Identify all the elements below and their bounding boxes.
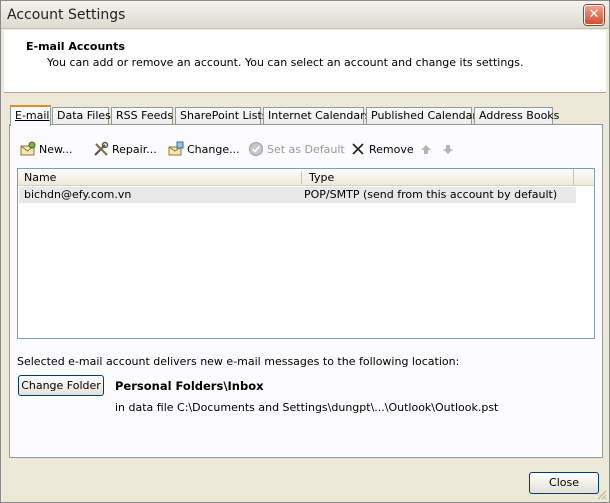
set-as-default-button[interactable]: Set as Default [248,140,345,158]
delivery-description: Selected e-mail account delivers new e-m… [17,355,460,368]
tab-sharepoint-lists[interactable]: SharePoint Lists [175,107,268,125]
repair-tools-icon [94,141,109,156]
window-title: Account Settings [7,7,126,23]
header-panel: E-mail Accounts You can add or remove an… [4,30,606,93]
remove-label: Remove [369,142,414,156]
tab-rss-feeds[interactable]: RSS Feeds [111,107,173,125]
column-divider[interactable] [301,171,302,184]
move-up-button[interactable] [418,140,437,158]
account-row[interactable]: bichdn@efy.com.vn POP/SMTP (send from th… [19,187,576,203]
repair-button[interactable]: Repair... [93,140,157,158]
column-header-type[interactable]: Type [309,171,334,184]
set-as-default-label: Set as Default [267,142,345,156]
tab-email[interactable]: E-mail [10,105,51,126]
up-arrow-icon [421,145,431,154]
close-label: Close [549,476,579,489]
change-label: Change... [187,142,240,156]
tab-address-books[interactable]: Address Books [474,107,559,125]
change-account-icon [168,141,184,156]
column-header-filler [573,169,594,185]
tab-published-calendars[interactable]: Published Calendars [366,107,483,125]
title-close-icon[interactable]: ✕ [584,5,604,25]
account-settings-dialog: Account Settings ✕ E-mail Accounts You c… [0,0,610,503]
new-account-button[interactable]: New... [20,140,72,158]
tab-internet-calendars[interactable]: Internet Calendars [263,107,370,125]
data-file-path: in data file C:\Documents and Settings\d… [115,401,499,414]
account-name: bichdn@efy.com.vn [24,188,132,201]
remove-x-icon [352,143,364,155]
header-description: You can add or remove an account. You ca… [47,56,524,69]
close-button[interactable]: Close [529,472,599,494]
tab-data-files[interactable]: Data Files [52,107,111,125]
repair-label: Repair... [112,142,157,156]
email-tab-panel: New... Repair... Change... Set as Defaul… [9,124,603,458]
resize-grip-icon[interactable] [595,488,607,500]
accounts-list[interactable]: Name Type bichdn@efy.com.vn POP/SMTP (se… [17,168,595,339]
new-account-label: New... [39,142,73,156]
delivery-folder: Personal Folders\Inbox [115,379,264,393]
move-down-button[interactable] [440,140,459,158]
account-type: POP/SMTP (send from this account by defa… [304,188,558,201]
change-button[interactable]: Change... [168,140,240,158]
checkmark-circle-icon [249,142,263,156]
change-folder-button[interactable]: Change Folder [18,375,104,396]
list-header: Name Type [18,169,594,186]
change-folder-label: Change Folder [21,379,101,392]
new-account-icon [20,141,36,156]
down-arrow-icon [443,145,453,154]
column-header-name[interactable]: Name [24,171,56,184]
title-bar[interactable]: Account Settings ✕ [1,1,609,29]
remove-button[interactable]: Remove [350,140,414,158]
header-title: E-mail Accounts [26,40,125,53]
